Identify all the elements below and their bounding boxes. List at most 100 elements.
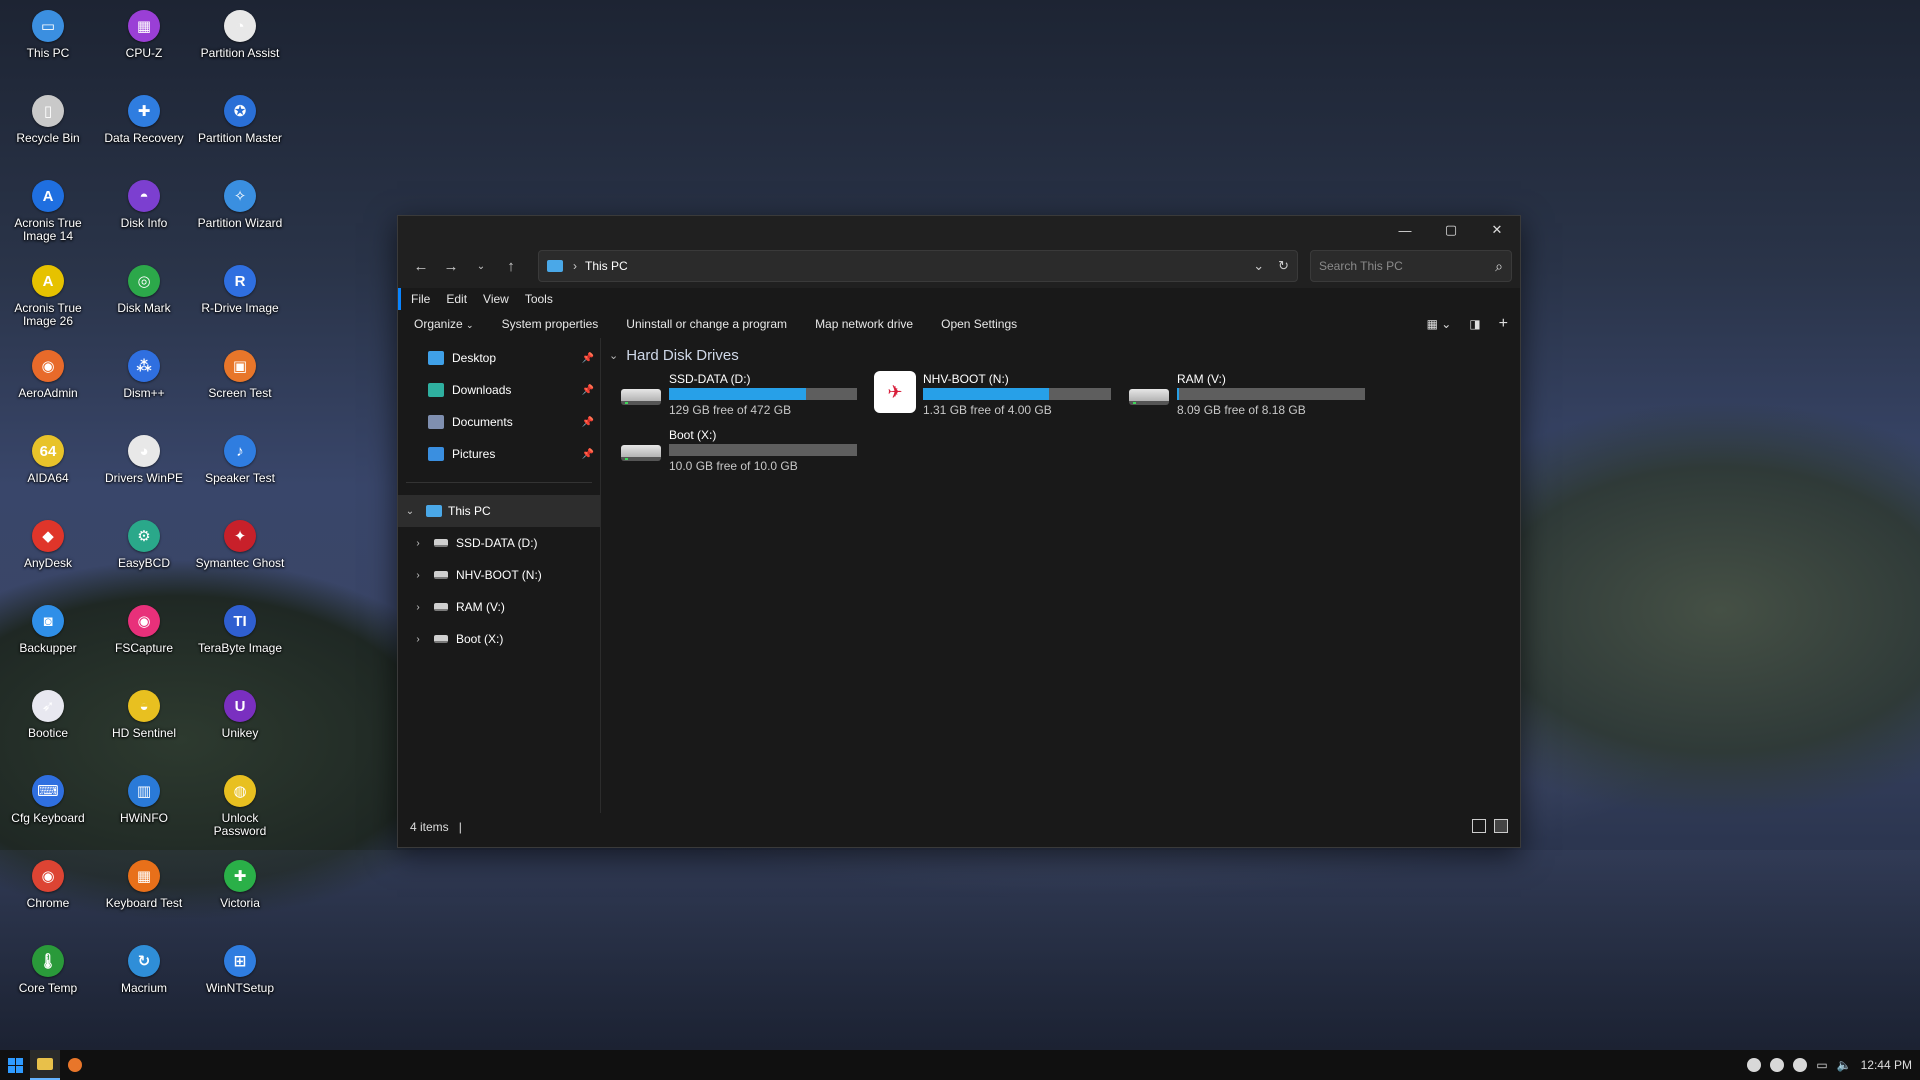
tree-item-drive[interactable]: › NHV-BOOT (N:)	[398, 559, 600, 591]
organize-button[interactable]: Organize ⌄	[414, 317, 474, 331]
open-settings-button[interactable]: Open Settings	[941, 317, 1017, 331]
maximize-button[interactable]: ▢	[1428, 216, 1474, 244]
address-bar[interactable]: › This PC ⌄ ↻	[538, 250, 1298, 282]
uninstall-program-button[interactable]: Uninstall or change a program	[626, 317, 787, 331]
minimize-button[interactable]: —	[1382, 216, 1428, 244]
preview-pane-icon[interactable]: ◨	[1469, 317, 1480, 331]
menu-tools[interactable]: Tools	[525, 292, 553, 306]
desktop-icon[interactable]: ⚙ EasyBCD	[96, 514, 192, 599]
desktop-icon[interactable]: ▣ Screen Test	[192, 344, 288, 429]
tray-app-icon-2[interactable]	[1770, 1058, 1785, 1072]
desktop-icon-label: EasyBCD	[117, 556, 170, 570]
desktop-icon[interactable]: TI TeraByte Image	[192, 599, 288, 684]
desktop-icon[interactable]: ✪ Partition Master	[192, 89, 288, 174]
desktop-icon[interactable]: ♪ Speaker Test	[192, 429, 288, 514]
desktop-icon[interactable]: ▥ HWiNFO	[96, 769, 192, 854]
desktop-icon[interactable]: ✧ Partition Wizard	[192, 174, 288, 259]
hard-drive-icon	[1129, 389, 1169, 405]
desktop-icon[interactable]: ▦ CPU-Z	[96, 4, 192, 89]
tree-item-drive[interactable]: › SSD-DATA (D:)	[398, 527, 600, 559]
desktop-icon[interactable]: ◎ Disk Mark	[96, 259, 192, 344]
desktop-icon[interactable]: ✚ Victoria	[192, 854, 288, 939]
desktop-icon[interactable]: ↻ Macrium	[96, 939, 192, 1024]
change-view-icon[interactable]: ▦ ⌄	[1427, 317, 1452, 331]
drive-tile[interactable]: RAM (V:) 8.09 GB free of 8.18 GB	[1127, 372, 1381, 418]
quick-access-label: Downloads	[452, 383, 512, 397]
desktop-icon[interactable]: ⊞ WinNTSetup	[192, 939, 288, 1024]
expand-chevron-icon[interactable]: ›	[410, 570, 426, 581]
tray-app-icon[interactable]	[1747, 1058, 1762, 1072]
desktop-icon[interactable]: A Acronis True Image 14	[0, 174, 96, 259]
start-button[interactable]	[0, 1050, 30, 1080]
search-icon[interactable]: ⌕	[1495, 258, 1503, 275]
close-button[interactable]: ✕	[1474, 216, 1520, 244]
desktop-icon[interactable]: R R-Drive Image	[192, 259, 288, 344]
quick-access-item[interactable]: Desktop 📌	[398, 342, 600, 374]
desktop-icon[interactable]: ◕ Drivers WinPE	[96, 429, 192, 514]
desktop-icon[interactable]: 64 AIDA64	[0, 429, 96, 514]
tree-item-drive[interactable]: › Boot (X:)	[398, 623, 600, 655]
menu-view[interactable]: View	[483, 292, 509, 306]
desktop-icon[interactable]: ◓ Disk Info	[96, 174, 192, 259]
quick-access-item[interactable]: Downloads 📌	[398, 374, 600, 406]
desktop-icon[interactable]: ◉ FSCapture	[96, 599, 192, 684]
menu-edit[interactable]: Edit	[446, 292, 467, 306]
expand-chevron-icon[interactable]: ›	[410, 602, 426, 613]
tray-app-icon-3[interactable]	[1793, 1058, 1808, 1072]
search-input[interactable]	[1319, 259, 1496, 273]
desktop-icon[interactable]: ▯ Recycle Bin	[0, 89, 96, 174]
tree-item-drive[interactable]: › RAM (V:)	[398, 591, 600, 623]
desktop-icon[interactable]: ▦ Keyboard Test	[96, 854, 192, 939]
desktop-icon[interactable]: ◒ HD Sentinel	[96, 684, 192, 769]
group-header[interactable]: ⌄ Hard Disk Drives	[609, 344, 1512, 366]
organize-label: Organize	[414, 317, 463, 331]
desktop-icon[interactable]: ◙ Backupper	[0, 599, 96, 684]
forward-button[interactable]: →	[436, 251, 466, 281]
desktop-icon[interactable]: ◉ AeroAdmin	[0, 344, 96, 429]
desktop-icon[interactable]: ▭ This PC	[0, 4, 96, 89]
clock[interactable]: 12:44 PM	[1861, 1058, 1912, 1072]
back-button[interactable]: ←	[406, 251, 436, 281]
desktop-icon[interactable]: ⁂ Dism++	[96, 344, 192, 429]
new-icon[interactable]: +	[1499, 315, 1508, 333]
desktop-icon[interactable]: U Unikey	[192, 684, 288, 769]
address-dropdown-icon[interactable]: ⌄	[1253, 258, 1264, 274]
desktop-icon[interactable]: ✦ Symantec Ghost	[192, 514, 288, 599]
quick-access-item[interactable]: Pictures 📌	[398, 438, 600, 470]
drive-tile[interactable]: SSD-DATA (D:) 129 GB free of 472 GB	[619, 372, 873, 418]
taskbar-app[interactable]	[60, 1050, 90, 1080]
desktop-icon[interactable]: A Acronis True Image 26	[0, 259, 96, 344]
up-button[interactable]: ↑	[496, 251, 526, 281]
search-box[interactable]: ⌕	[1310, 250, 1512, 282]
map-network-drive-button[interactable]: Map network drive	[815, 317, 913, 331]
expand-chevron-icon[interactable]: ›	[410, 538, 426, 549]
desktop-icon[interactable]: 🌡 Core Temp	[0, 939, 96, 1024]
content-pane: ⌄ Hard Disk Drives SSD-DATA (D:) 129 GB f…	[601, 338, 1520, 813]
desktop-icon[interactable]: ◍ Unlock Password	[192, 769, 288, 854]
taskbar-file-explorer[interactable]	[30, 1050, 60, 1080]
desktop-icon[interactable]: ◉ Chrome	[0, 854, 96, 939]
drive-tile[interactable]: Boot (X:) 10.0 GB free of 10.0 GB	[619, 428, 873, 474]
recent-locations-button[interactable]: ⌄	[466, 251, 496, 281]
desktop-icon[interactable]: ⌨ Cfg Keyboard	[0, 769, 96, 854]
desktop-icon[interactable]: ➶ Bootice	[0, 684, 96, 769]
desktop-icon[interactable]: ✚ Data Recovery	[96, 89, 192, 174]
details-view-button[interactable]	[1472, 819, 1486, 833]
drive-tile[interactable]: ✈ NHV-BOOT (N:) 1.31 GB free of 4.00 GB	[873, 371, 1127, 418]
quick-access-item[interactable]: Documents 📌	[398, 406, 600, 438]
volume-icon[interactable]: 🔈	[1837, 1058, 1852, 1072]
app-icon: ⁂	[128, 350, 160, 382]
app-icon: ◕	[128, 435, 160, 467]
breadcrumb-this-pc[interactable]: This PC	[585, 259, 628, 273]
menu-file[interactable]: File	[411, 292, 430, 306]
collapse-chevron-icon[interactable]: ⌄	[402, 506, 418, 517]
group-chevron-icon[interactable]: ⌄	[609, 349, 618, 362]
refresh-icon[interactable]: ↻	[1278, 258, 1289, 274]
desktop-icon[interactable]: ◔ Partition Assist	[192, 4, 288, 89]
system-properties-button[interactable]: System properties	[502, 317, 599, 331]
tree-item-this-pc[interactable]: ⌄ This PC	[398, 495, 600, 527]
desktop-icon[interactable]: ◆ AnyDesk	[0, 514, 96, 599]
expand-chevron-icon[interactable]: ›	[410, 634, 426, 645]
network-icon[interactable]: ▭	[1816, 1058, 1827, 1072]
large-icons-view-button[interactable]	[1494, 819, 1508, 833]
